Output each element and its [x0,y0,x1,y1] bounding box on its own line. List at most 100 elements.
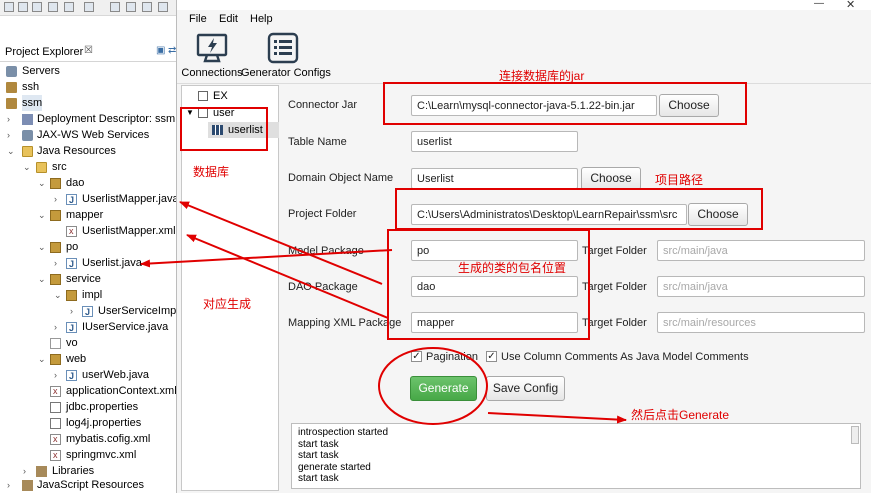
toolbar-icon[interactable] [64,2,74,12]
chevron-down-icon[interactable]: ⌄ [38,351,48,367]
toolbar-icon[interactable] [142,2,152,12]
toolbar-icon[interactable] [32,2,42,12]
chevron-down-icon[interactable]: ⌄ [54,287,64,303]
tree-item-userlistmapper-java[interactable]: › UserlistMapper.java [52,191,179,208]
chevron-right-icon[interactable]: › [70,303,80,319]
tree-item-web[interactable]: ⌄ web [36,351,176,367]
java-file-icon [66,368,77,384]
tree-item-mapper[interactable]: ⌄ mapper [36,207,176,223]
tree-item-dao[interactable]: ⌄ dao [36,175,176,191]
toolbar-icon[interactable] [84,2,94,12]
close-icon[interactable]: ☒ [84,45,93,56]
tree-item-service[interactable]: ⌄ service [36,271,176,287]
generator-configs-button[interactable]: Generator Configs [241,32,331,82]
domain-object-label: Domain Object Name [288,172,394,184]
choose-folder-button[interactable]: Choose [688,203,748,226]
tree-item-userserviceimpl[interactable]: › UserServiceImpl.j [68,303,176,319]
collapse-all-icon[interactable]: ▣ [156,45,165,56]
target-folder-label: Target Folder [582,245,647,257]
tree-item-label: springmvc.xml [66,449,137,461]
tree-item-vo[interactable]: vo [36,335,176,351]
log-console[interactable]: introspection started start task start t… [291,423,861,489]
connections-button[interactable]: Connections [180,32,244,82]
xml-file-icon [50,383,61,399]
toolbar-icon[interactable] [126,2,136,12]
tree-item-deployment-descriptor[interactable]: › Deployment Descriptor: ssm [4,111,176,127]
tree-item-jaxws[interactable]: › JAX-WS Web Services [4,127,176,143]
tree-item-iuserservice[interactable]: › IUserService.java [52,319,176,336]
generate-button[interactable]: Generate [410,376,477,401]
project-folder-input[interactable] [411,204,687,225]
web-services-icon [22,130,33,141]
package-icon [50,210,61,221]
tree-item-label: src [52,161,67,173]
chevron-right-icon[interactable]: › [54,255,64,271]
generator-configs-label: Generator Configs [241,67,331,79]
chevron-right-icon[interactable]: › [54,319,64,335]
tree-item-jdbc-properties[interactable]: jdbc.properties [36,399,176,415]
domain-object-input[interactable] [411,168,578,189]
tree-item-applicationcontext[interactable]: applicationContext.xml [36,383,177,399]
tree-item-label: Servers [22,65,60,77]
chevron-right-icon[interactable]: › [7,111,17,127]
toolbar-icon[interactable] [110,2,120,12]
tree-item-java-resources[interactable]: ⌄ Java Resources [4,143,176,159]
tree-item-log4j-properties[interactable]: log4j.properties [36,415,176,431]
connector-jar-input[interactable] [411,95,657,116]
chevron-down-icon[interactable]: ⌄ [7,143,17,159]
toolbar-icon[interactable] [158,2,168,12]
toolbar-icon[interactable] [4,2,14,12]
tree-item-userweb[interactable]: › userWeb.java [52,367,176,384]
tree-item-javascript-resources[interactable]: › JavaScript Resources [4,477,176,493]
tree-item-userlistmapper-xml[interactable]: UserlistMapper.xml [52,223,176,239]
minimize-icon[interactable]: — [814,0,824,9]
tree-item-servers[interactable]: Servers [4,63,174,79]
tree-item-label: vo [66,337,78,349]
tree-item-userlist-java[interactable]: › Userlist.java [52,255,176,272]
tree-item-ssh[interactable]: ssh [4,79,174,95]
package-icon [50,354,61,365]
log-scrollbar[interactable] [851,426,859,444]
triangle-down-icon[interactable]: ▼ [186,105,194,121]
pagination-checkbox[interactable]: ✓ [411,351,422,362]
tree-item-ssm[interactable]: ssm [4,95,174,111]
toolbar-icon[interactable] [18,2,28,12]
menu-help[interactable]: Help [250,13,273,25]
xml-target-folder-input[interactable] [657,312,865,333]
chevron-right-icon[interactable]: › [54,367,64,383]
model-package-input[interactable] [411,240,578,261]
server-icon [6,66,17,77]
tree-item-impl[interactable]: ⌄ impl [52,287,176,303]
save-config-button[interactable]: Save Config [486,376,565,401]
toolbar-icon[interactable] [48,2,58,12]
choose-jar-button[interactable]: Choose [659,94,719,117]
tree-item-springmvc[interactable]: springmvc.xml [36,447,176,463]
dao-target-folder-input[interactable] [657,276,865,297]
annotation-corresponding: 对应生成 [203,297,252,311]
tree-item-src[interactable]: ⌄ src [20,159,176,175]
menu-edit[interactable]: Edit [219,13,238,25]
chevron-down-icon[interactable]: ⌄ [38,207,48,223]
chevron-down-icon[interactable]: ⌄ [38,175,48,191]
tree-item-po[interactable]: ⌄ po [36,239,176,255]
chevron-right-icon[interactable]: › [7,477,17,493]
tree-item-mybatis-config[interactable]: mybatis.cofig.xml [36,431,176,447]
db-item-userlist[interactable]: userlist [208,122,279,138]
target-folder-label: Target Folder [582,317,647,329]
column-comments-checkbox[interactable]: ✓ [486,351,497,362]
chevron-down-icon[interactable]: ⌄ [38,239,48,255]
chevron-down-icon[interactable]: ⌄ [38,271,48,287]
table-name-input[interactable] [411,131,578,152]
dao-package-input[interactable] [411,276,578,297]
mapping-xml-input[interactable] [411,312,578,333]
chevron-right-icon[interactable]: › [7,127,17,143]
choose-domain-button[interactable]: Choose [581,167,641,190]
monitor-icon [196,33,228,63]
target-folder-label: Target Folder [582,281,647,293]
tree-item-label: userWeb.java [82,369,150,381]
model-target-folder-input[interactable] [657,240,865,261]
chevron-right-icon[interactable]: › [54,191,64,207]
chevron-down-icon[interactable]: ⌄ [23,159,33,175]
annotation-database: 数据库 [193,165,230,179]
menu-file[interactable]: File [189,13,207,25]
